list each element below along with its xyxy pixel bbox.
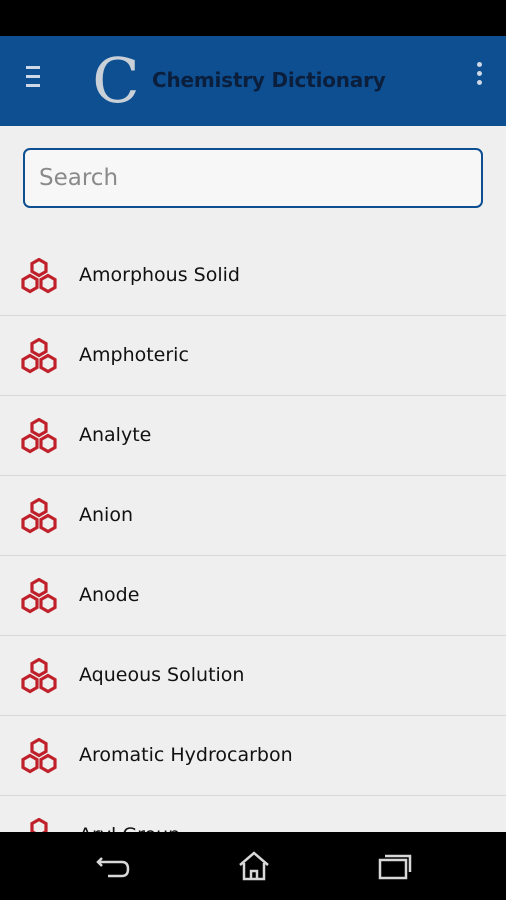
- benzene-ring-icon: [21, 578, 57, 614]
- home-icon[interactable]: [234, 850, 274, 882]
- list-item-label: Aryl Group: [79, 824, 180, 832]
- hamburger-menu-icon[interactable]: [26, 66, 46, 88]
- back-icon[interactable]: [94, 850, 134, 882]
- navigation-bar: [0, 832, 506, 900]
- list-item-label: Amphoteric: [79, 344, 189, 366]
- list-item[interactable]: Amphoteric: [0, 316, 506, 396]
- status-bar: [0, 0, 506, 36]
- list-item[interactable]: Anode: [0, 556, 506, 636]
- benzene-ring-icon: [21, 418, 57, 454]
- benzene-ring-icon: [21, 738, 57, 774]
- app-title: Chemistry Dictionary: [152, 68, 386, 92]
- recent-apps-icon[interactable]: [374, 850, 414, 882]
- list-item[interactable]: Amorphous Solid: [0, 236, 506, 316]
- app-bar: C Chemistry Dictionary: [0, 36, 506, 126]
- benzene-ring-icon: [21, 498, 57, 534]
- list-item-label: Aromatic Hydrocarbon: [79, 744, 293, 766]
- list-item-label: Analyte: [79, 424, 152, 446]
- list-item-label: Anode: [79, 584, 140, 606]
- search-input[interactable]: [25, 150, 481, 206]
- list-item-label: Anion: [79, 504, 133, 526]
- list-item[interactable]: Anion: [0, 476, 506, 556]
- list-item[interactable]: Aromatic Hydrocarbon: [0, 716, 506, 796]
- list-item[interactable]: Aqueous Solution: [0, 636, 506, 716]
- list-item-label: Amorphous Solid: [79, 264, 240, 286]
- list-item[interactable]: Aryl Group: [0, 796, 506, 832]
- benzene-ring-icon: [21, 258, 57, 294]
- benzene-ring-icon: [21, 658, 57, 694]
- term-list: Amorphous Solid Amphoteric Analyte Anion…: [0, 236, 506, 832]
- more-vertical-icon[interactable]: [474, 62, 486, 92]
- benzene-ring-icon: [30, 818, 48, 832]
- app-logo: C: [92, 44, 140, 117]
- search-box: [23, 148, 483, 208]
- list-item[interactable]: Analyte: [0, 396, 506, 476]
- benzene-ring-icon: [21, 338, 57, 374]
- list-item-label: Aqueous Solution: [79, 664, 245, 686]
